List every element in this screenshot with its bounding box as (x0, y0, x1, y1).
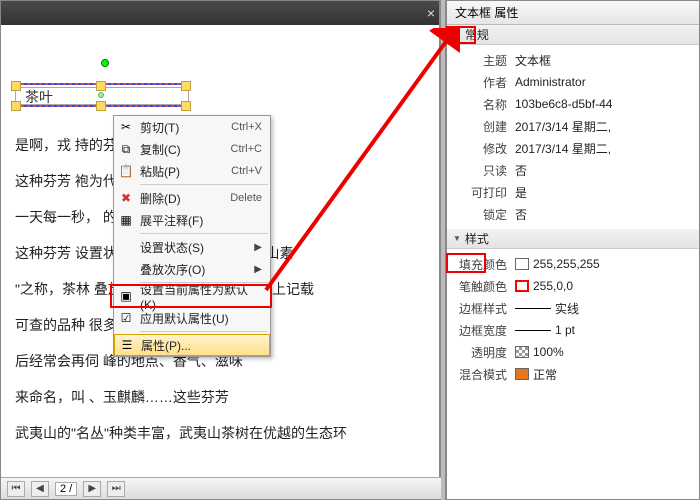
properties-title: 文本框 属性 (447, 1, 699, 25)
document-panel: × 茶叶 是啊，戎 持的芬芳 这种芬芳 (0, 0, 440, 500)
ctx-label: 应用默认属性(U) (140, 310, 262, 327)
prop-name: 名称103be6c8-d5bf-44 (453, 93, 693, 115)
nav-next[interactable]: ▶ (83, 481, 101, 497)
ctx-sep (140, 184, 268, 185)
chevron-right-icon: ▶ (254, 264, 262, 275)
prop-fillcolor: 填充颜色255,255,255 (453, 253, 693, 275)
blend-swatch[interactable] (515, 368, 529, 380)
general-rows: 主题文本框 作者Administrator 名称103be6c8-d5bf-44… (447, 45, 699, 229)
section-label: 常规 (465, 26, 489, 43)
section-general[interactable]: ▼ 常规 (447, 25, 699, 45)
ctx-label: 粘贴(P) (140, 163, 225, 180)
context-menu: ✂ 剪切(T) Ctrl+X ⧉ 复制(C) Ctrl+C 📋 粘贴(P) Ct… (113, 115, 271, 357)
prop-borderstyle: 边框样式实线 (453, 297, 693, 319)
ctx-label: 复制(C) (140, 141, 225, 158)
ctx-label: 展平注释(F) (140, 212, 262, 229)
nav-first[interactable]: ⏮ (7, 481, 25, 497)
blank-icon (118, 261, 134, 277)
ctx-shortcut: Ctrl+V (231, 165, 262, 177)
prop-opacity: 透明度100% (453, 341, 693, 363)
ctx-cut[interactable]: ✂ 剪切(T) Ctrl+X (114, 116, 270, 138)
set-default-icon: ▣ (118, 288, 134, 304)
copy-icon: ⧉ (118, 141, 134, 157)
prop-created: 创建2017/3/14 星期二, (453, 115, 693, 137)
caret-down-icon: ▼ (453, 30, 461, 39)
prop-author: 作者Administrator (453, 71, 693, 93)
resize-handle-bc[interactable] (96, 101, 106, 111)
center-dot (98, 92, 104, 98)
prop-blend: 混合模式正常 (453, 363, 693, 385)
ctx-sep (140, 331, 268, 332)
ctx-paste[interactable]: 📋 粘贴(P) Ctrl+V (114, 160, 270, 182)
panel-header: × (1, 1, 439, 25)
line-sample (515, 330, 551, 331)
ctx-shortcut: Ctrl+C (231, 143, 262, 155)
ctx-shortcut: Delete (230, 192, 262, 204)
ctx-state[interactable]: 设置状态(S) ▶ (114, 236, 270, 258)
flatten-icon: ▦ (118, 212, 134, 228)
nav-prev[interactable]: ◀ (31, 481, 49, 497)
ctx-sep (140, 233, 268, 234)
blank-icon (118, 239, 134, 255)
resize-handle-tc[interactable] (96, 81, 106, 91)
line-sample (515, 308, 551, 309)
section-label: 样式 (465, 230, 489, 247)
ctx-label: 删除(D) (140, 190, 224, 207)
textbox-content: 茶叶 (25, 87, 53, 107)
ctx-label: 属性(P)... (141, 337, 261, 354)
strokecolor-swatch[interactable] (515, 280, 529, 292)
opacity-swatch[interactable] (515, 346, 529, 358)
cut-icon: ✂ (118, 119, 134, 135)
ctx-label: 设置状态(S) (140, 239, 248, 256)
caret-down-icon: ▼ (453, 234, 461, 243)
resize-handle-tr[interactable] (181, 81, 191, 91)
resize-handle-bl[interactable] (11, 101, 21, 111)
ctx-label: 剪切(T) (140, 119, 225, 136)
ctx-properties[interactable]: ☰ 属性(P)... (114, 334, 270, 356)
fillcolor-swatch[interactable] (515, 258, 529, 270)
prop-modified: 修改2017/3/14 星期二, (453, 137, 693, 159)
prop-subject: 主题文本框 (453, 49, 693, 71)
body-line: 武夷山的"名丛"种类丰富，武夷山茶树在优越的生态环 (15, 419, 433, 447)
properties-panel: 文本框 属性 ▼ 常规 主题文本框 作者Administrator 名称103b… (446, 0, 700, 500)
prop-borderwidth: 边框宽度1 pt (453, 319, 693, 341)
prop-strokecolor: 笔触颜色255,0,0 (453, 275, 693, 297)
apply-default-icon: ☑ (118, 310, 134, 326)
ctx-copy[interactable]: ⧉ 复制(C) Ctrl+C (114, 138, 270, 160)
ctx-apply-default[interactable]: ☑ 应用默认属性(U) (114, 307, 270, 329)
style-rows: 填充颜色255,255,255 笔触颜色255,0,0 边框样式实线 边框宽度1… (447, 249, 699, 389)
close-icon[interactable]: × (427, 5, 435, 21)
ctx-flatten[interactable]: ▦ 展平注释(F) (114, 209, 270, 231)
bottom-bar: ⏮ ◀ 2 / ▶ ⏭ (1, 477, 441, 499)
resize-handle-br[interactable] (181, 101, 191, 111)
resize-handle-tl[interactable] (11, 81, 21, 91)
prop-locked: 锁定否 (453, 203, 693, 225)
ctx-label: 叠放次序(O) (140, 261, 248, 278)
properties-icon: ☰ (119, 337, 135, 353)
rotation-handle[interactable] (101, 59, 109, 67)
prop-readonly: 只读否 (453, 159, 693, 181)
prop-printable: 可打印是 (453, 181, 693, 203)
delete-icon: ✖ (118, 190, 134, 206)
body-line: 来命名，叫 、玉麒麟……这些芬芳 (15, 383, 433, 411)
chevron-right-icon: ▶ (254, 242, 262, 253)
nav-last[interactable]: ⏭ (107, 481, 125, 497)
ctx-set-default[interactable]: ▣ 设置当前属性为默认(K) (114, 285, 270, 307)
document-area: 茶叶 是啊，戎 持的芬芳 这种芬芳 袍为代表的武夷岩茶， 一天每一秒， (1, 25, 439, 485)
ctx-shortcut: Ctrl+X (231, 121, 262, 133)
ctx-order[interactable]: 叠放次序(O) ▶ (114, 258, 270, 280)
ctx-label: 设置当前属性为默认(K) (140, 281, 262, 312)
ctx-delete[interactable]: ✖ 删除(D) Delete (114, 187, 270, 209)
section-style[interactable]: ▼ 样式 (447, 229, 699, 249)
paste-icon: 📋 (118, 163, 134, 179)
page-indicator[interactable]: 2 / (55, 482, 77, 496)
